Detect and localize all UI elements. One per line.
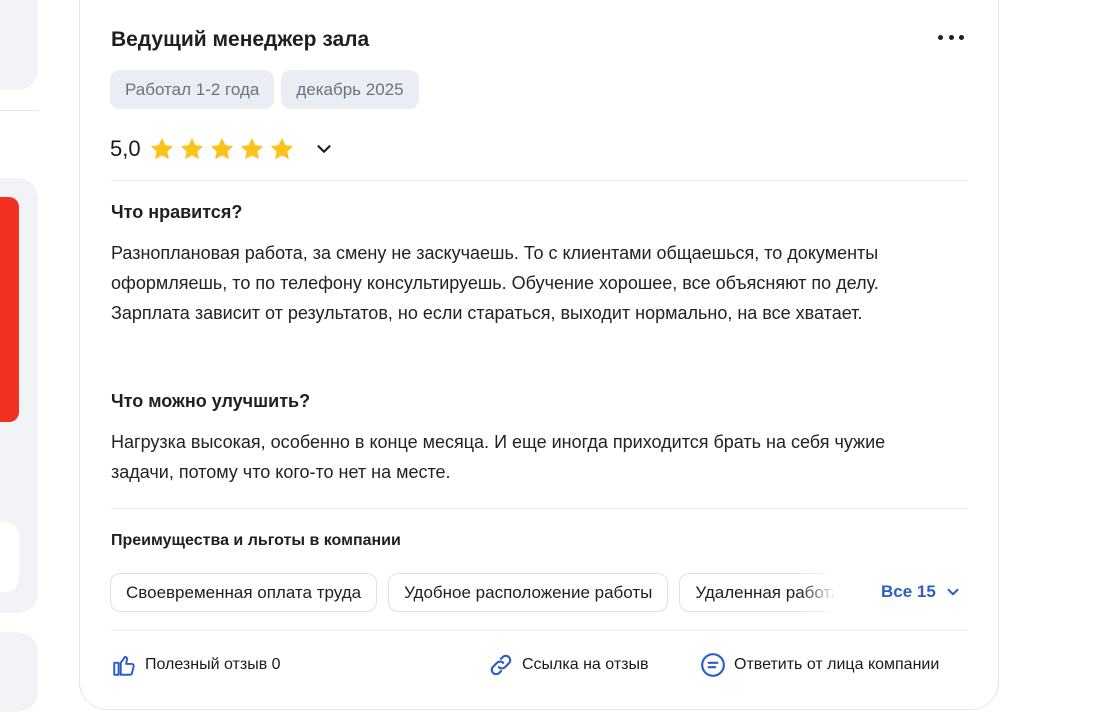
improve-heading: Что можно улучшить?	[111, 391, 311, 411]
benefits-fade	[800, 573, 836, 613]
rating-stars	[149, 136, 295, 162]
star-icon	[149, 136, 175, 162]
reply-as-company-button[interactable]: Ответить от лица компании	[700, 652, 939, 678]
more-horizontal-icon[interactable]	[938, 30, 964, 44]
star-icon	[209, 136, 235, 162]
all-benefits-label: Все 15	[881, 582, 936, 601]
useful-review-button[interactable]: Полезный отзыв 0	[111, 652, 281, 678]
likes-heading: Что нравится?	[111, 202, 243, 222]
chat-bubble-icon	[701, 653, 725, 677]
star-icon	[269, 136, 295, 162]
benefit-chip: Своевременная оплата труда	[110, 573, 378, 612]
improve-text: Нагрузка высокая, особенно в конце месяц…	[111, 432, 886, 482]
benefits-heading: Преимущества и льготы в компании	[111, 532, 401, 549]
dot	[948, 34, 954, 40]
rating-row: 5,0	[110, 136, 335, 162]
rating-value: 5,0	[110, 136, 141, 161]
left-white-block	[0, 522, 19, 592]
review-job-title: Ведущий менеджер зала	[111, 28, 370, 51]
dot	[959, 34, 964, 40]
link-icon	[490, 654, 512, 676]
divider	[111, 508, 968, 509]
left-column	[0, 0, 40, 712]
benefit-chip: Удобное расположение работы	[388, 573, 669, 612]
chevron-down-icon	[947, 588, 959, 596]
thumbs-up-icon	[113, 655, 135, 676]
tag-experience: Работал 1-2 года	[110, 70, 275, 109]
review-tags: Работал 1-2 года декабрь 2025	[110, 70, 419, 109]
likes-text: Разноплановая работа, за смену не заскуч…	[111, 243, 879, 323]
divider	[111, 630, 968, 631]
left-red-block[interactable]	[0, 197, 19, 422]
left-card	[0, 632, 38, 712]
reply-as-company-label: Ответить от лица компании	[734, 656, 940, 673]
all-benefits-button[interactable]: Все 15	[881, 582, 962, 602]
tag-date: декабрь 2025	[281, 70, 419, 109]
divider	[111, 180, 968, 181]
left-divider	[0, 110, 39, 111]
chevron-down-icon[interactable]	[313, 138, 335, 160]
review-link-button[interactable]: Ссылка на отзыв	[488, 652, 648, 678]
useful-review-label: Полезный отзыв 0	[145, 656, 281, 673]
review-link-label: Ссылка на отзыв	[522, 656, 649, 673]
benefits-list: Своевременная оплата труда Удобное распо…	[110, 573, 834, 613]
dot	[938, 34, 943, 40]
star-icon	[239, 136, 265, 162]
star-icon	[179, 136, 205, 162]
left-card	[0, 0, 38, 90]
